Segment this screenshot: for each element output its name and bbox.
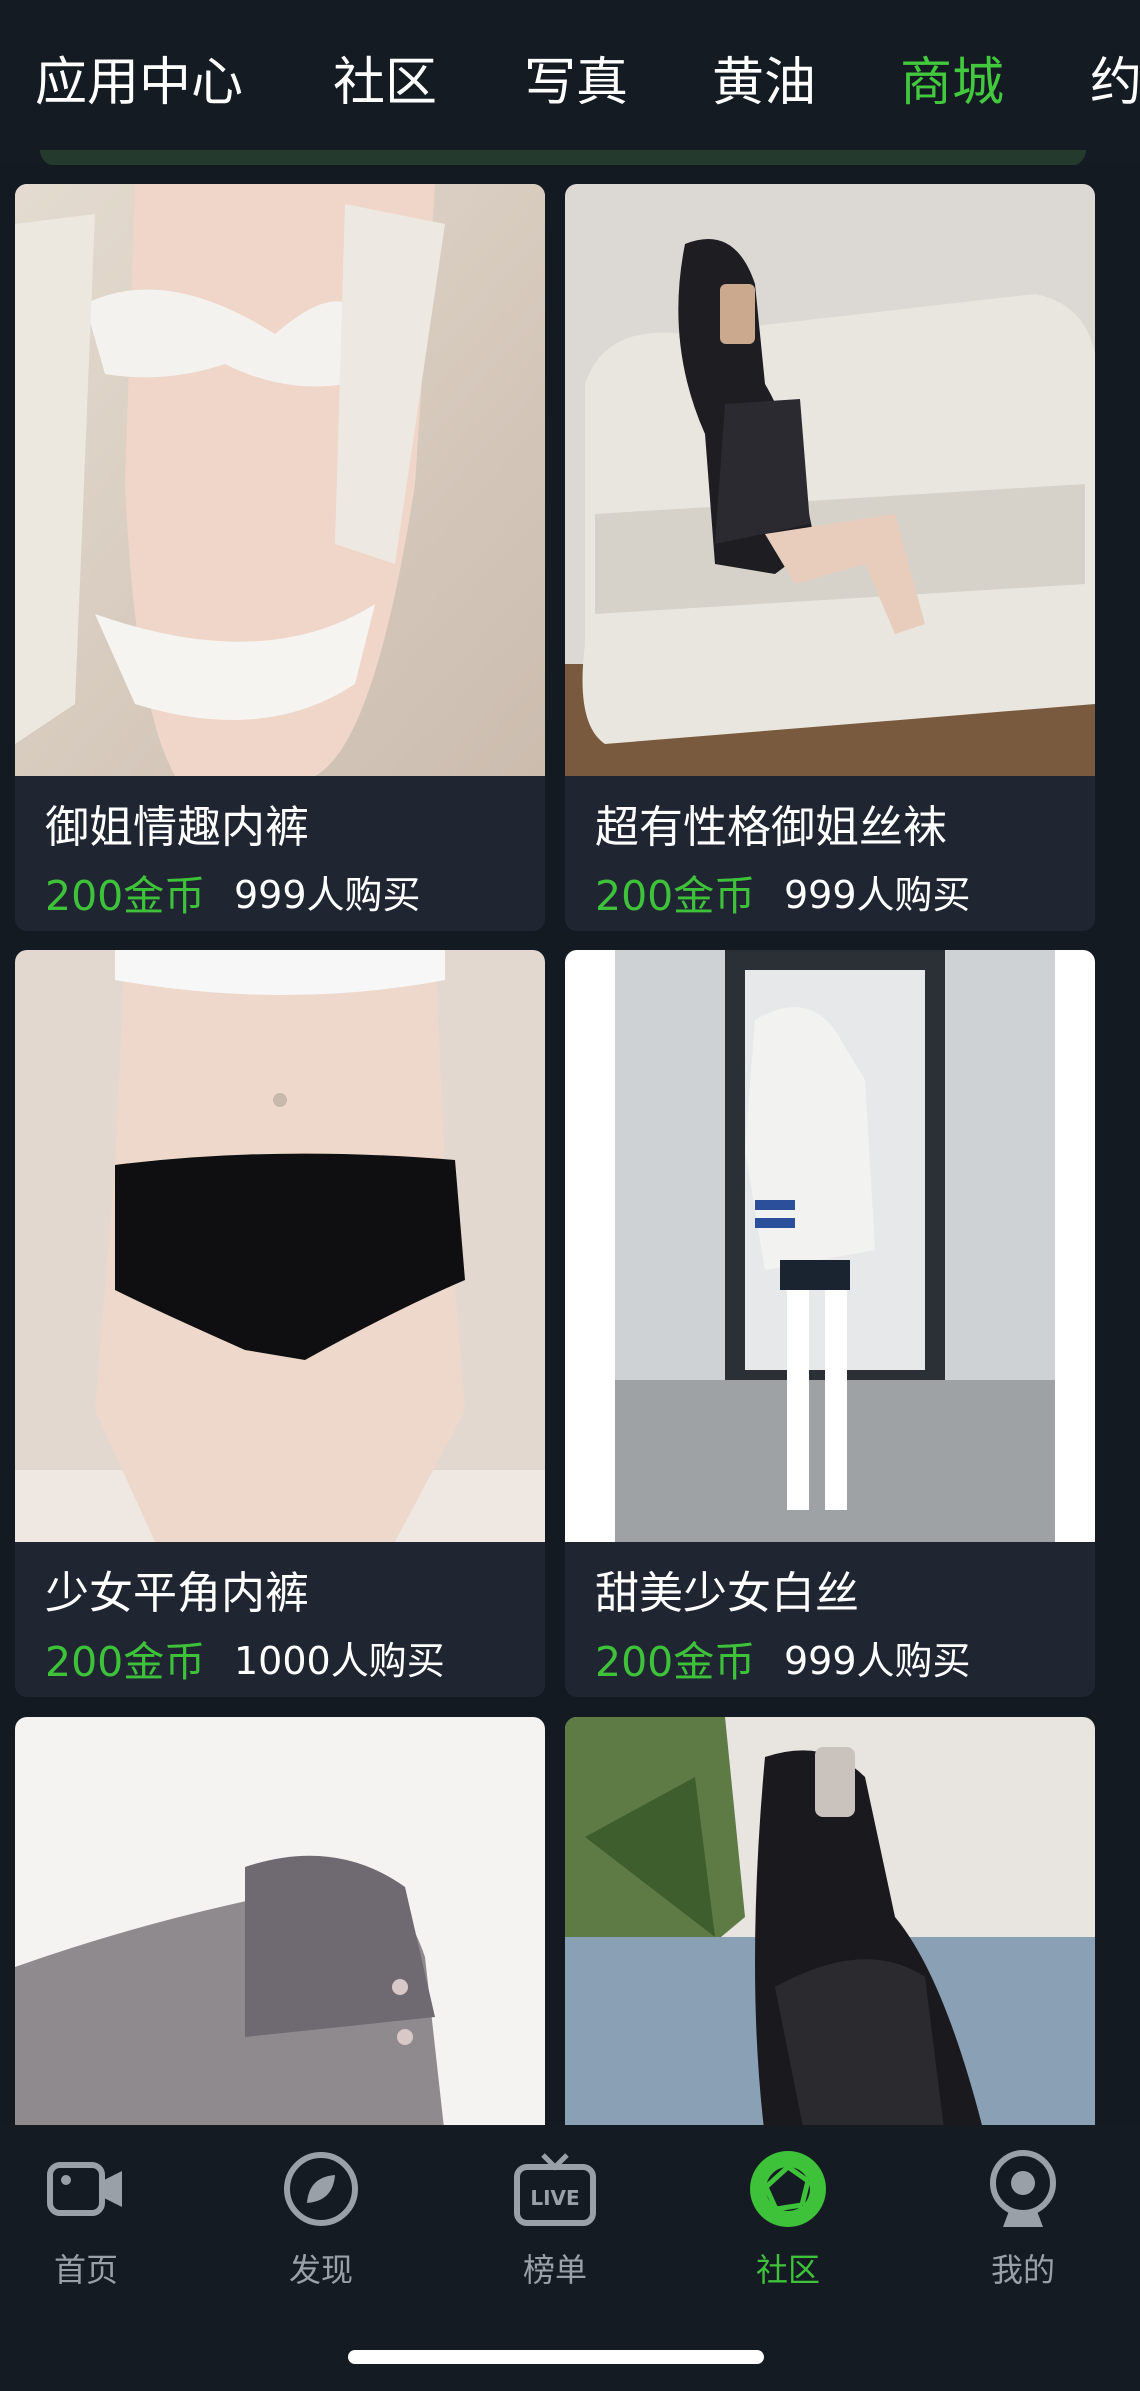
product-card[interactable]	[565, 1717, 1095, 2125]
tab-app-center[interactable]: 应用中心	[35, 48, 243, 118]
product-buyers: 999人购买	[234, 873, 421, 917]
nav-item-ranking[interactable]: LIVE 榜单	[475, 2147, 635, 2297]
product-buyers: 999人购买	[784, 1639, 971, 1683]
product-title: 少女平角内裤	[45, 1568, 309, 1619]
product-image	[15, 184, 545, 776]
nav-label: 发现	[288, 2251, 353, 2289]
svg-text:LIVE: LIVE	[530, 2186, 579, 2210]
nav-item-discover[interactable]: 发现	[241, 2147, 401, 2297]
nav-item-community[interactable]: 社区	[708, 2147, 868, 2297]
product-image	[565, 184, 1095, 776]
product-title: 甜美少女白丝	[595, 1568, 859, 1619]
product-card[interactable]: 少女平角内裤 200金币 1000人购买	[15, 950, 545, 1697]
product-card[interactable]: 超有性格御姐丝袜 200金币 999人购买	[565, 184, 1095, 931]
product-image	[565, 1717, 1095, 2125]
nav-label: 我的	[990, 2251, 1055, 2289]
product-price: 200金币	[595, 1638, 756, 1686]
product-buyers: 1000人购买	[234, 1639, 445, 1683]
category-tab-bar: 应用中心 社区 写真 黄油 商城 约	[0, 0, 1140, 165]
product-image	[15, 950, 545, 1542]
product-price: 200金币	[45, 1638, 206, 1686]
product-card[interactable]: 御姐情趣内裤 200金币 999人购买	[15, 184, 545, 931]
nav-item-mine[interactable]: 我的	[943, 2147, 1103, 2297]
webcam-icon	[990, 2150, 1056, 2227]
aperture-icon	[750, 2151, 826, 2227]
product-title: 超有性格御姐丝袜	[595, 802, 947, 853]
nav-item-home[interactable]: 首页	[6, 2147, 166, 2297]
tab-dating[interactable]: 约	[1090, 48, 1140, 118]
product-card[interactable]	[15, 1717, 545, 2125]
nav-label: 榜单	[522, 2251, 587, 2289]
product-image	[15, 1717, 545, 2125]
home-indicator[interactable]	[348, 2350, 764, 2364]
tab-photos[interactable]: 写真	[524, 48, 628, 118]
product-buyers: 999人购买	[784, 873, 971, 917]
product-card[interactable]: 甜美少女白丝 200金币 999人购买	[565, 950, 1095, 1697]
product-title: 御姐情趣内裤	[45, 802, 309, 853]
compass-icon	[284, 2152, 358, 2226]
product-price: 200金币	[595, 872, 756, 920]
video-camera-icon	[47, 2162, 122, 2216]
nav-label: 首页	[53, 2251, 118, 2289]
product-grid: 御姐情趣内裤 200金币 999人购买 超有性格御姐丝袜 200金币 999人购…	[0, 165, 1140, 2125]
tab-bar-underline	[40, 150, 1086, 165]
product-price: 200金币	[45, 872, 206, 920]
tab-community[interactable]: 社区	[333, 48, 437, 118]
product-image	[565, 950, 1095, 1542]
tab-shop[interactable]: 商城	[900, 48, 1004, 118]
nav-label: 社区	[755, 2251, 820, 2289]
tab-games[interactable]: 黄油	[712, 48, 816, 118]
live-tv-icon: LIVE	[514, 2153, 596, 2226]
